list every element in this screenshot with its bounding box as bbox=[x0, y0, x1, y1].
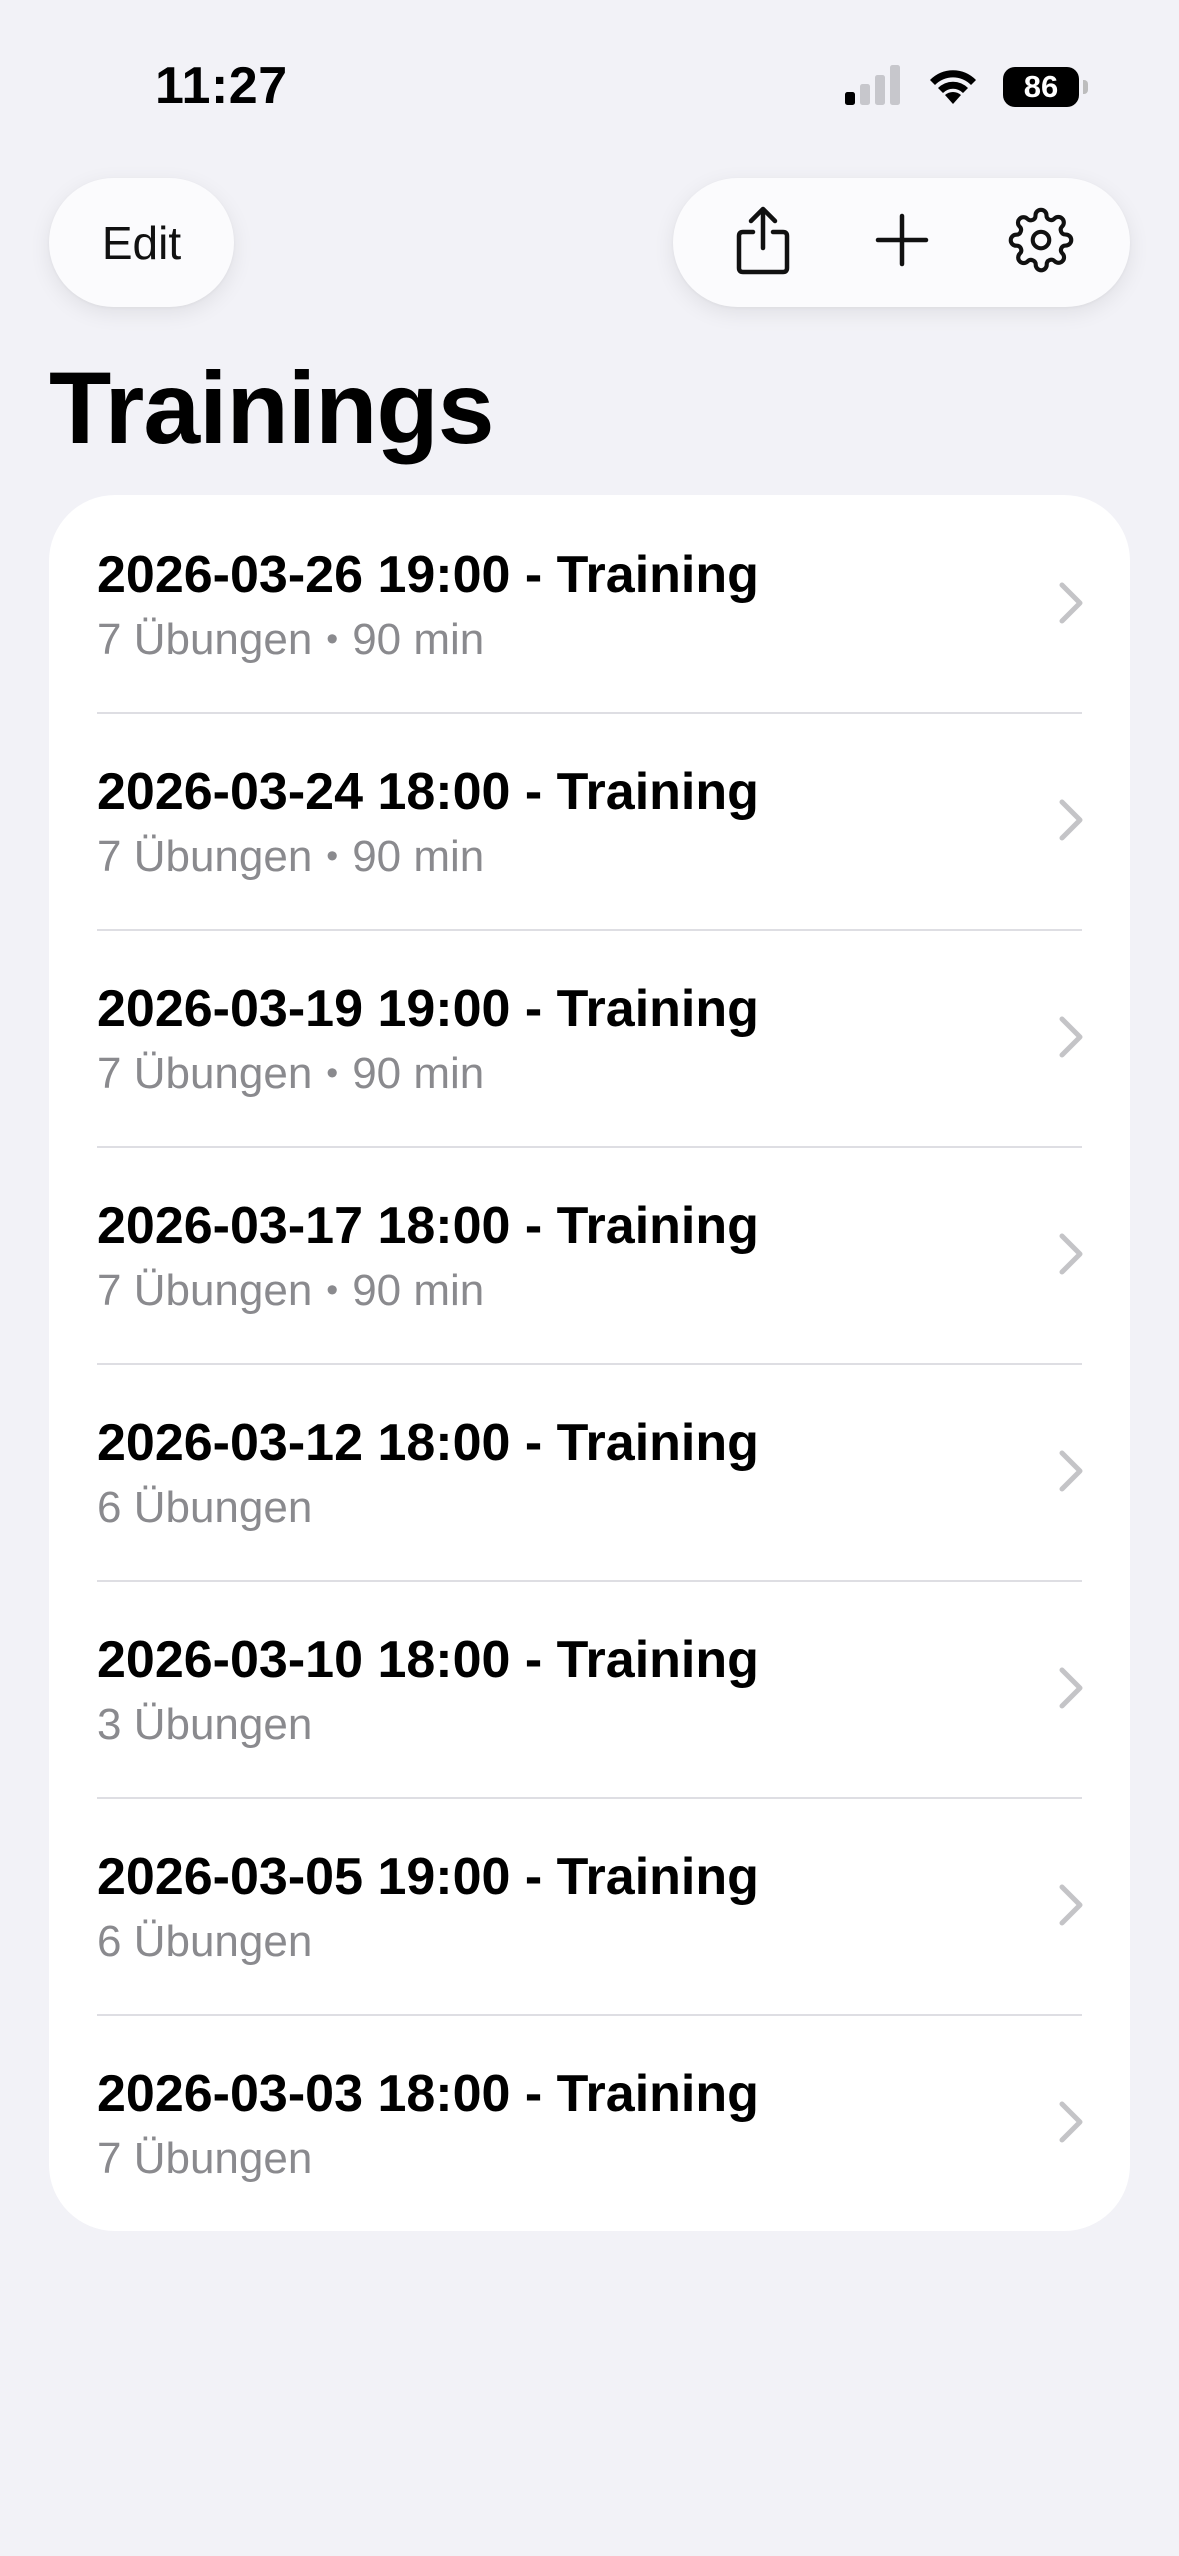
training-title: 2026-03-19 19:00 - Training bbox=[97, 980, 759, 1038]
training-row[interactable]: 2026-03-17 18:00 - Training 7 Übungen • 90 … bbox=[49, 1146, 1130, 1363]
add-training-button[interactable] bbox=[857, 198, 947, 288]
training-title: 2026-03-26 19:00 - Training bbox=[97, 546, 759, 604]
training-row[interactable]: 2026-03-10 18:00 - Training 3 Übungen bbox=[49, 1580, 1130, 1797]
exercise-count: 6 Übungen bbox=[97, 1483, 313, 1532]
share-icon bbox=[733, 204, 793, 281]
training-duration: 90 min bbox=[352, 1049, 485, 1098]
chevron-right-icon bbox=[1056, 1011, 1086, 1063]
settings-button[interactable] bbox=[996, 198, 1086, 288]
battery-level: 86 bbox=[1023, 69, 1059, 104]
training-title: 2026-03-10 18:00 - Training bbox=[97, 1631, 759, 1689]
page-title: Trainings bbox=[49, 351, 494, 465]
training-row[interactable]: 2026-03-05 19:00 - Training 6 Übungen bbox=[49, 1797, 1130, 2014]
exercise-count: 7 Übungen bbox=[97, 2134, 313, 2183]
separator-dot: • bbox=[326, 620, 339, 658]
edit-button-label: Edit bbox=[101, 216, 182, 269]
edit-button[interactable]: Edit bbox=[49, 178, 234, 307]
training-duration: 90 min bbox=[352, 832, 485, 881]
chevron-right-icon bbox=[1056, 1445, 1086, 1497]
chevron-right-icon bbox=[1056, 2096, 1086, 2148]
training-subtitle: 7 Übungen bbox=[97, 2134, 312, 2184]
training-duration: 90 min bbox=[352, 615, 485, 664]
plus-icon bbox=[874, 212, 930, 273]
separator-dot: • bbox=[326, 1271, 339, 1309]
chevron-right-icon bbox=[1056, 1662, 1086, 1714]
chevron-right-icon bbox=[1056, 1879, 1086, 1931]
exercise-count: 7 Übungen bbox=[97, 832, 313, 881]
exercise-count: 7 Übungen bbox=[97, 1049, 313, 1098]
wifi-icon bbox=[925, 64, 981, 111]
training-subtitle: 6 Übungen bbox=[97, 1917, 312, 1967]
chevron-right-icon bbox=[1056, 794, 1086, 846]
exercise-count: 7 Übungen bbox=[97, 1266, 313, 1315]
training-subtitle: 3 Übungen bbox=[97, 1700, 312, 1750]
exercise-count: 3 Übungen bbox=[97, 1700, 313, 1749]
share-button[interactable] bbox=[718, 198, 808, 288]
training-title: 2026-03-03 18:00 - Training bbox=[97, 2065, 759, 2123]
battery-cap bbox=[1083, 80, 1088, 94]
training-subtitle: 7 Übungen • 90 min bbox=[97, 1266, 484, 1316]
exercise-count: 7 Übungen bbox=[97, 615, 313, 664]
training-title: 2026-03-24 18:00 - Training bbox=[97, 763, 759, 821]
training-title: 2026-03-12 18:00 - Training bbox=[97, 1414, 759, 1472]
training-row[interactable]: 2026-03-12 18:00 - Training 6 Übungen bbox=[49, 1363, 1130, 1580]
status-time: 11:27 bbox=[155, 57, 288, 115]
separator-dot: • bbox=[326, 837, 339, 875]
training-row[interactable]: 2026-03-03 18:00 - Training 7 Übungen bbox=[49, 2014, 1130, 2231]
training-title: 2026-03-17 18:00 - Training bbox=[97, 1197, 759, 1255]
exercise-count: 6 Übungen bbox=[97, 1917, 313, 1966]
battery-indicator: 86 bbox=[1003, 67, 1088, 107]
gear-icon bbox=[1008, 207, 1074, 278]
separator-dot: • bbox=[326, 1054, 339, 1092]
training-row[interactable]: 2026-03-19 19:00 - Training 7 Übungen • 90 … bbox=[49, 929, 1130, 1146]
training-row[interactable]: 2026-03-26 19:00 - Training 7 Übungen • 90 … bbox=[49, 495, 1130, 712]
training-subtitle: 6 Übungen bbox=[97, 1483, 312, 1533]
chevron-right-icon bbox=[1056, 1228, 1086, 1280]
training-subtitle: 7 Übungen • 90 min bbox=[97, 832, 484, 882]
training-subtitle: 7 Übungen • 90 min bbox=[97, 615, 484, 665]
training-list: 2026-03-26 19:00 - Training 7 Übungen • 90 … bbox=[49, 495, 1130, 2231]
cellular-signal-icon bbox=[845, 64, 903, 110]
training-subtitle: 7 Übungen • 90 min bbox=[97, 1049, 484, 1099]
training-duration: 90 min bbox=[352, 1266, 485, 1315]
training-row[interactable]: 2026-03-24 18:00 - Training 7 Übungen • 90 … bbox=[49, 712, 1130, 929]
training-title: 2026-03-05 19:00 - Training bbox=[97, 1848, 759, 1906]
toolbar-actions bbox=[673, 178, 1130, 307]
status-icons: 86 bbox=[845, 62, 1088, 112]
chevron-right-icon bbox=[1056, 577, 1086, 629]
